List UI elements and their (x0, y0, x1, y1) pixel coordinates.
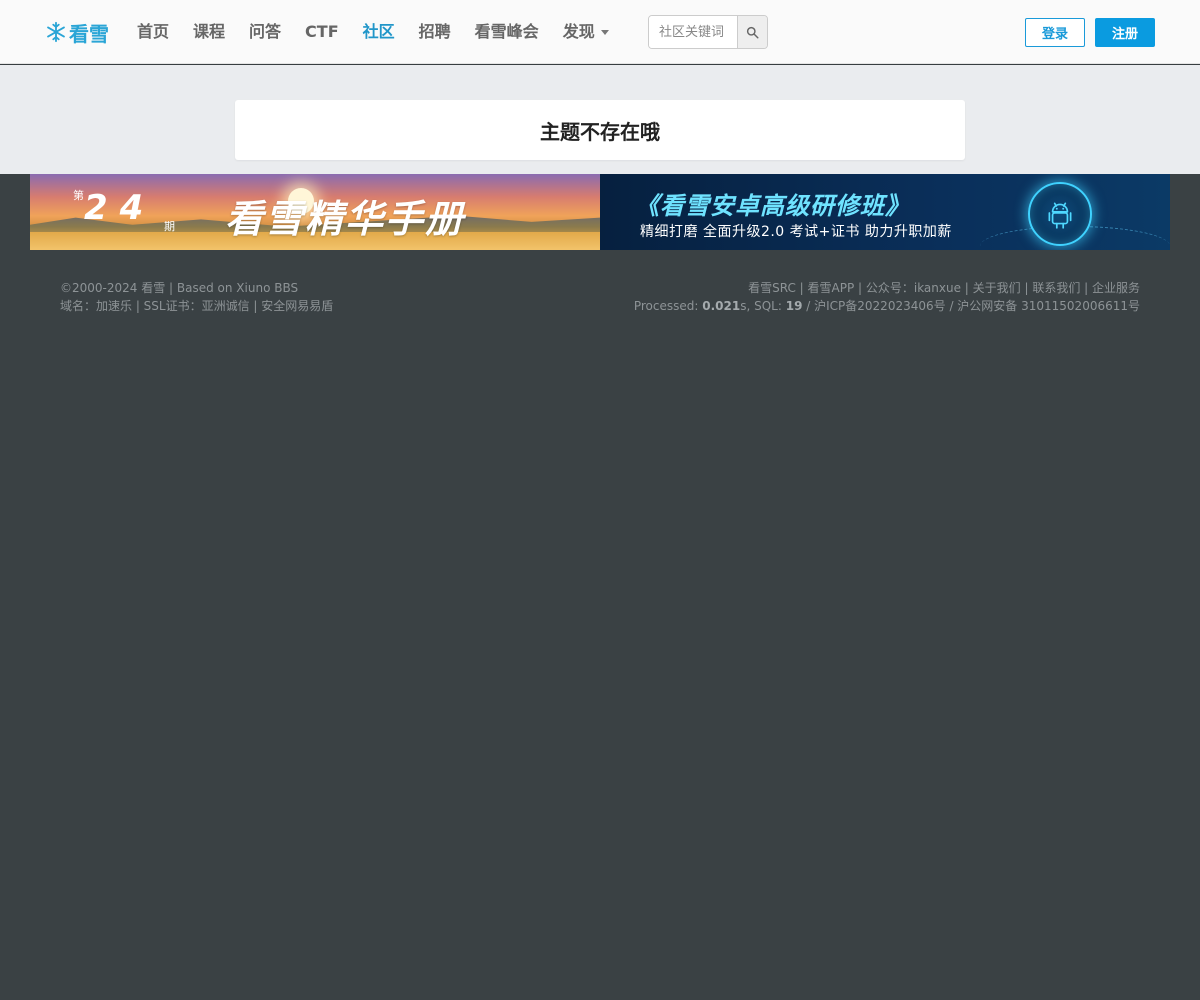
caret-down-icon (600, 29, 609, 35)
footer-copyright[interactable]: ©2000-2024 看雪 | Based on Xiuno BBS (60, 279, 333, 297)
nav-more-label: 发现 (562, 22, 595, 41)
processed-label: Processed: (633, 299, 699, 313)
search-input[interactable] (649, 16, 737, 48)
issue-prefix: 第 (73, 189, 84, 202)
site-logo[interactable]: 看雪 (45, 18, 109, 46)
nav-summit[interactable]: 看雪峰会 (463, 0, 551, 64)
notice-message: 主题不存在哦 (540, 119, 660, 144)
footer-links[interactable]: 看雪SRC | 看雪APP | 公众号：ikanxue | 关于我们 | 联系我… (634, 279, 1140, 297)
footer-domain-info[interactable]: 域名：加速乐 | SSL证书：亚洲诚信 | 安全网易易盾 (60, 297, 333, 315)
nav-jobs[interactable]: 招聘 (407, 0, 463, 64)
nav-courses[interactable]: 课程 (181, 0, 237, 64)
notice-card: 主题不存在哦 (235, 100, 965, 160)
nav-ctf[interactable]: CTF (293, 0, 351, 64)
nav-more-dropdown[interactable]: 发现 (551, 0, 621, 64)
logo-text: 看雪 (69, 21, 109, 46)
processed-unit: s, SQL: (740, 299, 782, 313)
banner-handbook-title: 看雪精华手册 (225, 197, 466, 241)
search-box (648, 15, 768, 49)
issue-suffix: 期 (164, 220, 175, 233)
snowflake-icon (47, 21, 65, 43)
nav-qa[interactable]: 问答 (237, 0, 293, 64)
android-badge (1028, 182, 1092, 246)
banner-handbook[interactable]: 第 24 期 看雪精华手册 (30, 174, 600, 250)
android-icon (1048, 202, 1072, 229)
main-nav: 首页 课程 问答 CTF 社区 招聘 看雪峰会 发现 (125, 0, 621, 64)
search-button[interactable] (737, 16, 767, 48)
top-navbar: 看雪 首页 课程 问答 CTF 社区 招聘 看雪峰会 发现 登录 注册 (0, 0, 1200, 64)
nav-home[interactable]: 首页 (125, 0, 181, 64)
banner-android-course[interactable]: 《看雪安卓高级研修班》 精细打磨 全面升级2.0 考试+证书 助力升职加薪 (600, 174, 1170, 250)
sql-count: 19 (785, 299, 803, 313)
issue-number: 24 (84, 188, 156, 228)
footer-right: 看雪SRC | 看雪APP | 公众号：ikanxue | 关于我们 | 联系我… (634, 279, 1140, 315)
icp-info[interactable]: / 沪ICP备2022023406号 / 沪公网安备 3101150200661… (806, 299, 1140, 313)
processed-time: 0.021 (702, 299, 741, 313)
register-button[interactable]: 注册 (1095, 18, 1155, 47)
footer-processed: Processed: 0.021s, SQL: 19 / 沪ICP备202202… (634, 297, 1140, 315)
search-icon (746, 26, 759, 39)
nav-community[interactable]: 社区 (351, 0, 407, 64)
banner-course-title: 《看雪安卓高级研修班》 (635, 192, 910, 220)
banner-course-subtitle: 精细打磨 全面升级2.0 考试+证书 助力升职加薪 (640, 224, 952, 240)
login-button[interactable]: 登录 (1025, 18, 1085, 47)
footer-left: ©2000-2024 看雪 | Based on Xiuno BBS 域名：加速… (60, 279, 333, 315)
